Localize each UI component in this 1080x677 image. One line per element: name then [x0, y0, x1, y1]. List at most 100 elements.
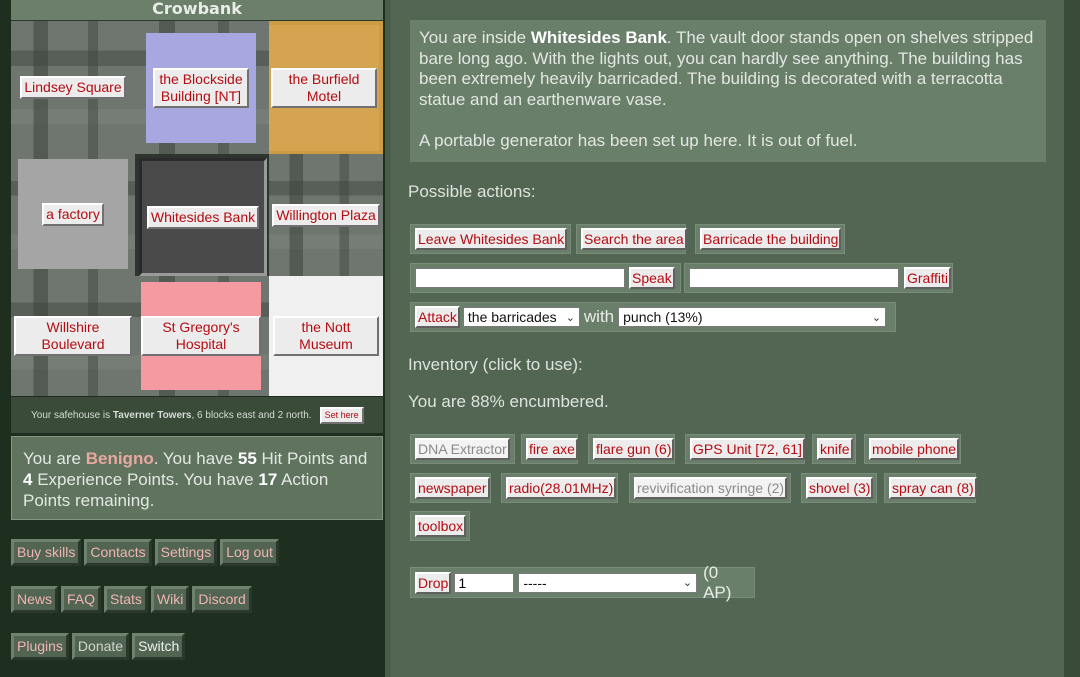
map-cell-willshire-boulevard: Willshire Boulevard	[11, 276, 135, 396]
inventory-item-spray-can[interactable]: spray can (8)	[889, 477, 977, 499]
inventory-item-box: DNA Extractor	[410, 434, 515, 464]
map-cell-st-gregorys-hospital: St Gregory's Hospital	[135, 276, 269, 396]
inventory-item-knife[interactable]: knife	[817, 438, 853, 460]
attack-button[interactable]: Attack	[415, 306, 460, 328]
inventory-item-revivification-syringe[interactable]: revivification syringe (2)	[634, 477, 788, 499]
description-main: You are inside Whitesides Bank. The vaul…	[419, 28, 1034, 109]
inventory-item-newspaper[interactable]: newspaper	[415, 477, 490, 499]
map-button-burfield-motel[interactable]: the Burfield Motel	[271, 68, 377, 108]
inventory-item-fire-axe[interactable]: fire axe	[526, 438, 578, 460]
inventory-heading: Inventory (click to use):	[408, 355, 583, 374]
inventory-item-shovel[interactable]: shovel (3)	[806, 477, 874, 499]
drop-ap-cost: (0 AP)	[703, 562, 732, 602]
plugins-button[interactable]: Plugins	[11, 633, 69, 660]
attack-action-box: Attack the barricades ⌄ with punch (13%) ⌄	[410, 302, 896, 332]
safehouse-text: Your safehouse is Taverner Towers, 6 blo…	[31, 409, 312, 421]
inventory-item-toolbox[interactable]: toolbox	[415, 515, 467, 537]
map-button-willington-plaza[interactable]: Willington Plaza	[272, 203, 380, 227]
inventory-item-dna-extractor[interactable]: DNA Extractor	[415, 438, 510, 460]
inventory-item-mobile-phone[interactable]: mobile phone	[869, 438, 960, 460]
drop-action-box: Drop -----⌄ (0 AP)	[410, 563, 755, 602]
inventory-item-box: newspaper	[410, 473, 491, 503]
leave-building-button[interactable]: Leave Whitesides Bank	[415, 228, 568, 250]
speak-button[interactable]: Speak	[629, 267, 675, 289]
left-panel: Crowbank Lindsey Square the Blockside Bu…	[0, 0, 385, 677]
character-name[interactable]: Benigno	[86, 449, 154, 468]
chevron-down-icon: ⌄	[682, 577, 693, 589]
wiki-button[interactable]: Wiki	[150, 586, 190, 613]
inventory-item-box: shovel (3)	[801, 473, 877, 503]
inventory-item-gps-unit[interactable]: GPS Unit [72, 61]	[690, 438, 805, 460]
buy-skills-button[interactable]: Buy skills	[11, 539, 82, 566]
right-panel: You are inside Whitesides Bank. The vaul…	[391, 0, 1064, 677]
drop-button[interactable]: Drop	[415, 571, 452, 594]
action-points: 17	[258, 470, 278, 489]
suburb-title: Crowbank	[11, 0, 383, 21]
inventory-item-flare-gun[interactable]: flare gun (6)	[593, 438, 675, 460]
switch-button[interactable]: Switch	[132, 633, 186, 660]
links-row-extra: Plugins Donate Switch	[11, 633, 186, 660]
graffiti-button[interactable]: Graffiti	[904, 267, 951, 289]
contacts-button[interactable]: Contacts	[84, 539, 152, 566]
map-cell-willington-plaza: Willington Plaza	[269, 154, 383, 276]
drop-quantity-input[interactable]	[454, 572, 515, 593]
with-label: with	[583, 307, 615, 326]
inventory-item-box: radio(28.01MHz)	[501, 473, 618, 503]
inventory-item-box: revivification syringe (2)	[629, 473, 791, 503]
inventory-item-radio[interactable]: radio(28.01MHz)	[506, 477, 617, 499]
drop-item-select[interactable]: ----- ⌄	[518, 572, 698, 593]
search-action-box: Search the area	[576, 224, 687, 254]
map-button-willshire-boulevard[interactable]: Willshire Boulevard	[14, 316, 132, 356]
graffiti-action-box: Graffiti	[684, 263, 953, 293]
safehouse-bar: Your safehouse is Taverner Towers, 6 blo…	[11, 397, 383, 433]
news-button[interactable]: News	[11, 586, 59, 613]
inventory-item-box: toolbox	[410, 511, 470, 541]
map-button-nott-museum[interactable]: the Nott Museum	[273, 316, 379, 356]
discord-button[interactable]: Discord	[192, 586, 252, 613]
leave-action-box: Leave Whitesides Bank	[410, 224, 571, 254]
links-row-account: Buy skills Contacts Settings Log out	[11, 539, 279, 566]
right-edge-strip	[1064, 0, 1080, 677]
inventory-item-box: fire axe	[521, 434, 578, 464]
building-name: Whitesides Bank	[530, 28, 667, 47]
location-description: You are inside Whitesides Bank. The vaul…	[410, 20, 1046, 162]
character-status: You are Benigno. You have 55 Hit Points …	[11, 436, 383, 520]
hit-points: 55	[237, 449, 257, 468]
graffiti-input[interactable]	[689, 268, 899, 288]
map-cell-factory: a factory	[11, 154, 135, 276]
map-button-blockside-building[interactable]: the Blockside Building [NT]	[153, 68, 249, 108]
map-button-lindsey-square[interactable]: Lindsey Square	[20, 76, 126, 99]
set-safehouse-button[interactable]: Set here	[319, 406, 364, 424]
map-cell-whitesides-bank-current: Whitesides Bank	[135, 154, 269, 276]
barricade-action-box: Barricade the building	[695, 224, 845, 254]
barricade-button[interactable]: Barricade the building	[700, 228, 842, 250]
map-button-whitesides-bank[interactable]: Whitesides Bank	[146, 205, 260, 229]
possible-actions-heading: Possible actions:	[408, 182, 536, 201]
search-area-button[interactable]: Search the area	[581, 228, 687, 250]
chevron-down-icon: ⌄	[871, 311, 882, 324]
inventory-item-box: mobile phone	[864, 434, 961, 464]
description-generator: A portable generator has been set up her…	[419, 131, 858, 150]
map-cell-nott-museum: the Nott Museum	[269, 276, 383, 396]
stats-button[interactable]: Stats	[104, 586, 148, 613]
safehouse-name: Taverner Towers	[112, 409, 192, 421]
inventory-item-box: spray can (8)	[884, 473, 977, 503]
map-cell-lindsey-square: Lindsey Square	[11, 21, 135, 154]
chevron-down-icon: ⌄	[565, 311, 575, 324]
map-button-st-gregorys-hospital[interactable]: St Gregory's Hospital	[141, 316, 261, 356]
settings-button[interactable]: Settings	[154, 539, 218, 566]
map-grid: Lindsey Square the Blockside Building [N…	[11, 21, 383, 396]
map-cell-blockside-building: the Blockside Building [NT]	[135, 21, 269, 154]
attack-weapon-select[interactable]: punch (13%) ⌄	[618, 307, 887, 327]
donate-button[interactable]: Donate	[71, 633, 130, 660]
attack-target-select[interactable]: the barricades ⌄	[462, 307, 580, 327]
speak-action-box: Speak	[410, 263, 681, 293]
log-out-button[interactable]: Log out	[220, 539, 279, 566]
map-cell-burfield-motel: the Burfield Motel	[269, 21, 383, 154]
faq-button[interactable]: FAQ	[61, 586, 102, 613]
links-row-info: News FAQ Stats Wiki Discord	[11, 586, 252, 613]
speak-input[interactable]	[415, 268, 625, 288]
inventory-item-box: GPS Unit [72, 61]	[685, 434, 805, 464]
map-button-factory[interactable]: a factory	[42, 202, 104, 226]
inventory-item-box: knife	[812, 434, 856, 464]
